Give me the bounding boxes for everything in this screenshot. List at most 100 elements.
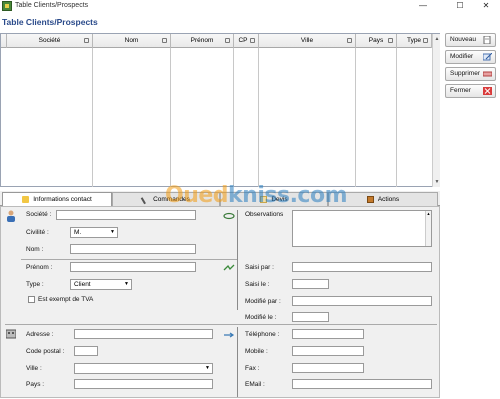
pen-icon: [140, 194, 151, 205]
fermer-button[interactable]: Fermer: [445, 84, 496, 98]
window-title: Table Clients/Prospects: [15, 2, 89, 9]
title-bar: Table Clients/Prospects — ☐ ✕: [0, 0, 500, 13]
exempt-tva-checkbox[interactable]: [28, 296, 35, 303]
tab-informations-contact[interactable]: Informations contact: [2, 192, 112, 206]
column-header-societe[interactable]: Société: [7, 34, 93, 48]
prenom-label: Prénom :: [26, 264, 53, 271]
new-document-icon: [483, 36, 491, 44]
column-header-cp[interactable]: CP: [234, 34, 259, 48]
email-input[interactable]: [292, 379, 432, 389]
modifie-par-label: Modifié par :: [245, 298, 281, 305]
exempt-tva-label: Est exempt de TVA: [38, 296, 94, 303]
close-red-icon: [483, 87, 492, 95]
page-title: Table Clients/Prospects: [2, 17, 98, 27]
nom-input[interactable]: [70, 244, 196, 254]
fax-label: Fax :: [245, 365, 260, 372]
column-divider: [170, 48, 171, 187]
column-divider: [396, 48, 397, 187]
observations-label: Observations: [245, 211, 284, 218]
code-postal-input[interactable]: [74, 346, 98, 356]
adresse-input[interactable]: [74, 329, 213, 339]
contact-icon: [22, 195, 30, 203]
saisi-par-input[interactable]: [292, 262, 432, 272]
delete-icon: [483, 71, 492, 77]
scroll-up-icon[interactable]: ▲: [433, 36, 441, 42]
divider: [21, 259, 237, 260]
modifie-le-input[interactable]: [292, 312, 329, 322]
scroll-down-icon[interactable]: ▼: [433, 179, 441, 185]
chevron-down-icon: ▼: [110, 229, 115, 235]
clients-table[interactable]: Société Nom Prénom CP Ville Pays Type ▲ …: [0, 33, 440, 187]
vertical-divider: [237, 210, 238, 310]
saisi-le-input[interactable]: [292, 279, 329, 289]
civilite-select[interactable]: M. ▼: [70, 227, 118, 238]
link-arrow-icon[interactable]: [223, 331, 235, 339]
ville-select[interactable]: ▼: [74, 363, 213, 374]
fermer-label: Fermer: [450, 87, 471, 94]
section-divider: [5, 324, 437, 325]
pin-icon[interactable]: [250, 38, 255, 43]
modifier-button[interactable]: Modifier: [445, 50, 496, 64]
pays-label: Pays :: [26, 381, 45, 388]
vertical-scrollbar[interactable]: ▲ ▼: [432, 34, 440, 187]
phone-keypad-icon: [6, 329, 16, 339]
societe-label: Société :: [26, 211, 52, 218]
saisi-par-label: Saisi par :: [245, 264, 274, 271]
column-divider: [92, 48, 93, 187]
type-select[interactable]: Client ▼: [70, 279, 132, 290]
minimize-button[interactable]: —: [412, 0, 434, 12]
column-header-type[interactable]: Type: [397, 34, 432, 48]
column-header-ville[interactable]: Ville: [259, 34, 356, 48]
supprimer-button[interactable]: Supprimer: [445, 67, 496, 81]
modifie-par-input[interactable]: [292, 296, 432, 306]
pin-icon[interactable]: [162, 38, 167, 43]
modifie-le-label: Modifié le :: [245, 314, 277, 321]
column-header-nom[interactable]: Nom: [93, 34, 171, 48]
column-header-prenom[interactable]: Prénom: [171, 34, 234, 48]
nom-label: Nom :: [26, 246, 44, 253]
email-label: EMail :: [245, 381, 265, 388]
table-header: Société Nom Prénom CP Ville Pays Type: [1, 34, 439, 48]
saisi-le-label: Saisi le :: [245, 281, 270, 288]
ville-label: Ville :: [26, 365, 42, 372]
briefcase-icon: [366, 195, 374, 203]
maximize-button[interactable]: ☐: [449, 0, 471, 12]
mobile-label: Mobile :: [245, 348, 268, 355]
column-divider: [258, 48, 259, 187]
sync-icon[interactable]: [223, 212, 235, 220]
watermark: Ouedkniss.com: [165, 183, 348, 208]
adresse-label: Adresse :: [26, 331, 54, 338]
pin-icon[interactable]: [388, 38, 393, 43]
column-divider: [233, 48, 234, 187]
observations-textarea[interactable]: ▲: [292, 210, 432, 247]
chevron-down-icon: ▼: [124, 281, 129, 287]
civilite-label: Civilité :: [26, 229, 49, 236]
pin-icon[interactable]: [225, 38, 230, 43]
column-divider: [355, 48, 356, 187]
column-header-pays[interactable]: Pays: [356, 34, 397, 48]
textarea-scrollbar[interactable]: ▲: [425, 211, 431, 246]
pays-input[interactable]: [74, 379, 213, 389]
supprimer-label: Supprimer: [450, 70, 480, 77]
fax-input[interactable]: [292, 363, 364, 373]
nouveau-button[interactable]: Nouveau: [445, 33, 496, 47]
person-icon: [7, 210, 15, 222]
close-button[interactable]: ✕: [475, 0, 497, 12]
type-label: Type :: [26, 281, 44, 288]
telephone-input[interactable]: [292, 329, 364, 339]
chevron-down-icon: ▼: [205, 365, 210, 371]
edit-icon: [483, 53, 492, 61]
pin-icon[interactable]: [423, 38, 428, 43]
code-postal-label: Code postal :: [26, 348, 65, 355]
vertical-divider: [237, 327, 238, 397]
app-icon: [2, 1, 12, 11]
signature-icon[interactable]: [223, 264, 235, 272]
contact-panel: Société : Civilité : M. ▼ Nom : Prénom : …: [0, 206, 440, 398]
societe-input[interactable]: [56, 210, 196, 220]
pin-icon[interactable]: [84, 38, 89, 43]
mobile-input[interactable]: [292, 346, 364, 356]
pin-icon[interactable]: [347, 38, 352, 43]
telephone-label: Téléphone :: [245, 331, 280, 338]
prenom-input[interactable]: [70, 262, 196, 272]
modifier-label: Modifier: [450, 53, 474, 60]
